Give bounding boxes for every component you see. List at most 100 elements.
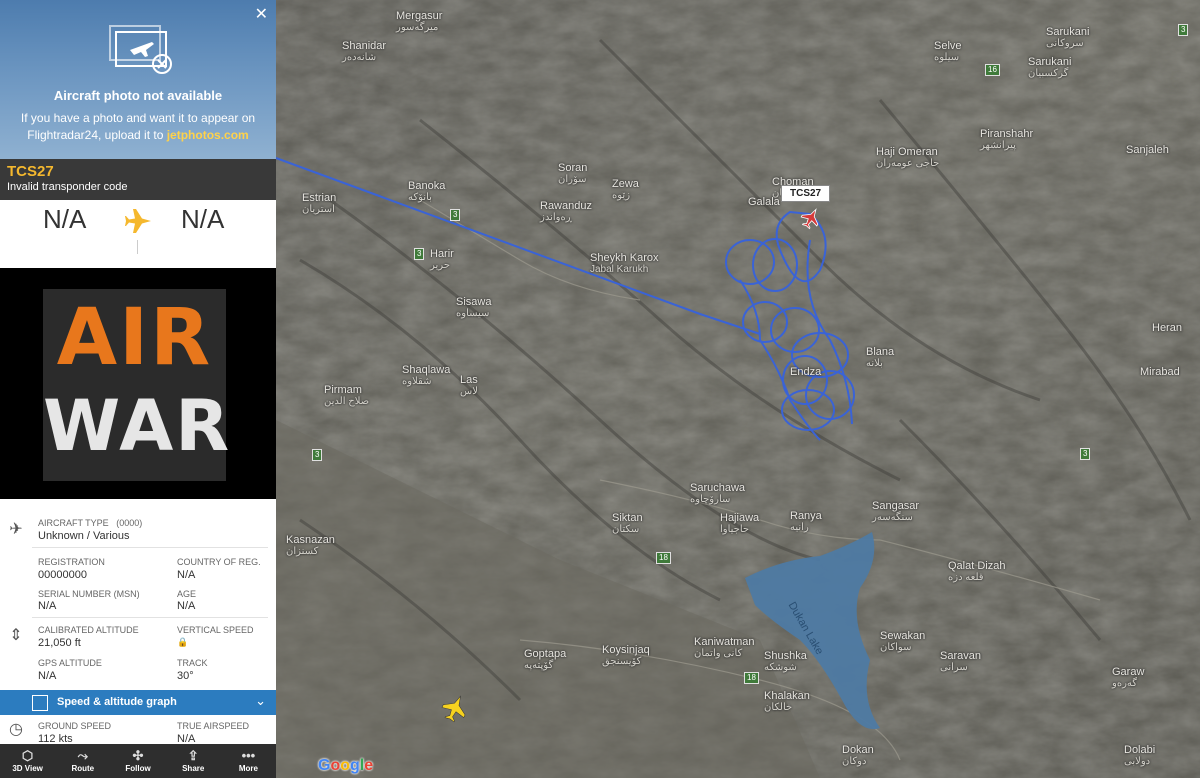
more-icon: ••• bbox=[241, 748, 256, 763]
destination-code: N/A bbox=[181, 204, 225, 234]
3d-cube-icon: ⬡ bbox=[21, 748, 34, 763]
divider bbox=[32, 547, 268, 548]
aircraft-icon: ✈ bbox=[9, 521, 23, 538]
aircraft-type-label: AIRCRAFT TYPE (0000) bbox=[38, 518, 143, 528]
map-place-label: Qalat Dizah قلعه دزه bbox=[948, 560, 1006, 583]
map-place-label: Siktan سکتان bbox=[612, 512, 643, 535]
country-label: COUNTRY OF REG. bbox=[177, 557, 261, 567]
bottom-toolbar: ⬡ 3D View ⤳ Route ✣ Follow ⇪ Share ••• More bbox=[0, 744, 276, 778]
map-place-label: Saruchawa سارۆچاوه bbox=[690, 482, 746, 505]
map-place-label: Selve سیلوه bbox=[934, 40, 962, 63]
map-place-label: Sarukani گرکسبیان bbox=[1028, 56, 1072, 79]
map-place-label: Haji Omeran حاجی عومەران bbox=[876, 146, 940, 169]
origin-code: N/A bbox=[43, 204, 87, 234]
map-place-label: Zewa زێوه bbox=[612, 178, 639, 201]
road-number-badge: 3 bbox=[1178, 24, 1189, 36]
aircraft-photo-placeholder: ✕ Aircraft photo not available If you ha… bbox=[0, 0, 276, 159]
map-place-label: Endza bbox=[790, 366, 822, 378]
flight-info-panel: ✕ Aircraft photo not available If you ha… bbox=[0, 0, 276, 778]
map-place-label: Blana بلانه bbox=[866, 346, 895, 369]
close-icon[interactable]: ✕ bbox=[255, 4, 268, 24]
map-place-label: Sanjaleh bbox=[1126, 144, 1169, 156]
map-place-label: Sisawa سیساوه bbox=[456, 296, 492, 319]
road-number-badge: 3 bbox=[312, 449, 323, 461]
share-button[interactable]: ⇪ Share bbox=[166, 744, 221, 778]
map-place-label: Goptapa گۆپتەپە bbox=[524, 648, 567, 671]
map-place-label: Sangasar سنگەسەر bbox=[872, 500, 920, 523]
map-place-label: Khalakan خالکان bbox=[764, 690, 810, 713]
flight-status: Invalid transponder code bbox=[7, 181, 128, 193]
graph-icon bbox=[32, 695, 48, 711]
route-divider bbox=[137, 240, 138, 254]
map-place-label: Mergasur میرگەسور bbox=[396, 10, 443, 33]
age-label: AGE bbox=[177, 589, 197, 599]
photo-unavailable-title: Aircraft photo not available bbox=[53, 88, 223, 103]
map-place-label: Hajiawa حاجیاوا bbox=[720, 512, 760, 535]
route-icon: ⤳ bbox=[77, 748, 88, 763]
road-number-badge: 3 bbox=[414, 248, 425, 260]
map-place-label: Shaqlawa شقلاوه bbox=[402, 364, 451, 387]
map-place-label: Garaw گەرەو bbox=[1112, 666, 1145, 689]
map-place-label: Ranya رانیه bbox=[790, 510, 822, 533]
google-attribution: Google bbox=[318, 757, 374, 774]
map-place-label: Pirmam صلاح الدین bbox=[324, 384, 370, 407]
road-number-badge: 16 bbox=[985, 64, 1000, 76]
vertical-speed-label: VERTICAL SPEED bbox=[177, 625, 254, 635]
country-value: N/A bbox=[177, 569, 196, 581]
registration-value: 00000000 bbox=[38, 569, 87, 581]
callsign: TCS27 bbox=[7, 163, 54, 180]
follow-button[interactable]: ✣ Follow bbox=[110, 744, 165, 778]
callsign-header: TCS27 Invalid transponder code bbox=[0, 159, 276, 200]
map-place-label: Koysinjaq کۆیسنجق bbox=[602, 644, 650, 667]
map-place-label: Las لاس bbox=[460, 374, 478, 397]
msn-value: N/A bbox=[38, 600, 57, 612]
route-button[interactable]: ⤳ Route bbox=[55, 744, 110, 778]
map-place-label: Kaniwatman کانی واتمان bbox=[694, 636, 755, 659]
ground-speed-label: GROUND SPEED bbox=[38, 721, 112, 731]
map-place-label: Soran سۆران bbox=[558, 162, 588, 185]
map-place-label: Dokan دوکان bbox=[842, 744, 874, 767]
map-place-label: Shanidar شانەدەر bbox=[342, 40, 387, 63]
map-place-label: Sarukani سروکانی bbox=[1046, 26, 1090, 49]
photo-upload-text: If you have a photo and want it to appea… bbox=[20, 111, 256, 142]
map-place-label: Piranshahr پیرانشهر bbox=[980, 128, 1034, 151]
msn-label: SERIAL NUMBER (MSN) bbox=[38, 589, 140, 599]
road-number-badge: 18 bbox=[656, 552, 671, 564]
map-place-label: Galala bbox=[748, 196, 780, 208]
map-place-label: Sheykh Karox Jabal Karukh bbox=[590, 252, 659, 275]
gps-altitude-value: N/A bbox=[38, 670, 57, 682]
age-value: N/A bbox=[177, 600, 196, 612]
calibrated-altitude-label: CALIBRATED ALTITUDE bbox=[38, 625, 139, 635]
map-place-label: Mirabad bbox=[1140, 366, 1180, 378]
aircraft-type-value: Unknown / Various bbox=[38, 530, 130, 542]
airline-logo-area: AIR WAR bbox=[0, 268, 276, 499]
track-label: TRACK bbox=[177, 658, 208, 668]
map-place-label: Sewakan سواکان bbox=[880, 630, 926, 653]
altitude-icon: ⇕ bbox=[9, 627, 23, 644]
track-value: 30° bbox=[177, 670, 194, 682]
jetphotos-link[interactable]: jetphotos.com bbox=[167, 128, 249, 142]
map-place-label: Kasnazan کسنزان bbox=[286, 534, 335, 557]
gps-altitude-label: GPS ALTITUDE bbox=[38, 658, 102, 668]
speed-altitude-graph-toggle[interactable]: Speed & altitude graph ⌄ bbox=[0, 690, 276, 715]
3d-view-button[interactable]: ⬡ 3D View bbox=[0, 744, 55, 778]
map-place-label: Estrian استریان bbox=[302, 192, 337, 215]
chevron-down-icon: ⌄ bbox=[255, 693, 266, 708]
more-button[interactable]: ••• More bbox=[221, 744, 276, 778]
map-place-label: Rawanduz ڕەواندز bbox=[540, 200, 592, 223]
map-place-label: Banoka بانۆکه bbox=[408, 180, 446, 203]
registration-label: REGISTRATION bbox=[38, 557, 105, 567]
lock-icon[interactable]: 🔒 bbox=[177, 637, 188, 648]
share-icon: ⇪ bbox=[187, 748, 199, 763]
airline-logo: AIR WAR bbox=[43, 289, 229, 481]
flight-map-label[interactable]: TCS27 bbox=[781, 185, 831, 202]
follow-icon: ✣ bbox=[132, 748, 144, 763]
road-number-badge: 3 bbox=[1080, 448, 1091, 460]
map-place-label: Harir حریر bbox=[430, 248, 454, 271]
graph-label: Speed & altitude graph bbox=[57, 696, 177, 708]
map-place-label: Saravan سرانی bbox=[940, 650, 981, 673]
no-photo-icon bbox=[109, 25, 172, 74]
calibrated-altitude-value: 21,050 ft bbox=[38, 637, 81, 649]
map-place-label: Shushka شوشکه bbox=[764, 650, 807, 673]
road-number-badge: 3 bbox=[450, 209, 461, 221]
